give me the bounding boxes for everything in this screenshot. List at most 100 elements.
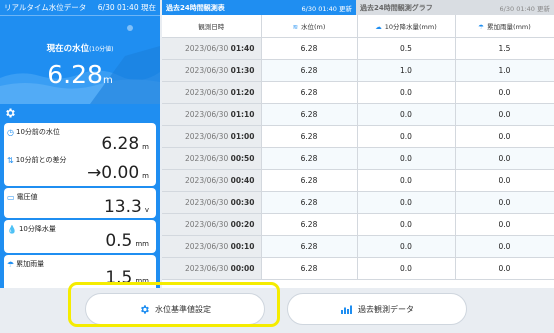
cell-level: 6.28	[261, 257, 358, 280]
cell-rain10: 0.5	[357, 37, 456, 60]
current-level-hero: 現在の水位(10分値) 6.28m	[0, 16, 160, 104]
battery-icon: ▭	[7, 192, 15, 202]
gear-icon	[141, 304, 149, 314]
table-row: 2023/06/30 00:00 6.28 0.0 0.0	[162, 257, 554, 280]
cell-datetime: 2023/06/30 01:30	[162, 59, 262, 82]
cell-rain10: 0.0	[357, 81, 456, 104]
cell-level: 6.28	[261, 59, 358, 82]
current-level-title: 現在の水位(10分値)	[46, 44, 114, 54]
table-row: 2023/06/30 00:40 6.28 0.0 0.0	[162, 169, 554, 192]
prev-level-value: 6.28 m	[101, 134, 149, 154]
gear-icon[interactable]	[4, 107, 16, 119]
cell-rain10: 1.0	[357, 59, 456, 82]
prev-level-label: ◷ 10分前の水位	[7, 127, 60, 137]
cell-cumulative: 0.0	[455, 125, 554, 148]
voltage-label: ▭ 電圧値	[7, 192, 38, 202]
rain10-card: 💧 10分降水量 0.5 mm	[4, 220, 156, 253]
past-data-button[interactable]: 過去観測データ	[287, 293, 467, 325]
cell-rain10: 0.0	[357, 147, 456, 170]
cell-rain10: 0.0	[357, 213, 456, 236]
header-level: ≋ 水位(m)	[261, 15, 358, 38]
cell-cumulative: 0.0	[455, 147, 554, 170]
rain10-value: 0.5 mm	[105, 231, 149, 251]
cell-cumulative: 1.0	[455, 59, 554, 82]
cell-level: 6.28	[261, 37, 358, 60]
level-diff-card: ◷ 10分前の水位 6.28 m ⇅ 10分前との差分 →0.00 m	[4, 123, 156, 186]
cell-datetime: 2023/06/30 00:20	[162, 213, 262, 236]
cell-rain10: 0.0	[357, 103, 456, 126]
realtime-title: リアルタイム水位データ	[4, 3, 87, 12]
umbrella-icon: ☂	[478, 22, 485, 31]
cell-cumulative: 0.0	[455, 169, 554, 192]
cell-level: 6.28	[261, 235, 358, 258]
table-row: 2023/06/30 01:20 6.28 0.0 0.0	[162, 81, 554, 104]
cell-level: 6.28	[261, 103, 358, 126]
cell-rain10: 0.0	[357, 191, 456, 214]
cell-cumulative: 0.0	[455, 81, 554, 104]
cumulative-rain-label: ☂ 累加雨量	[7, 259, 45, 269]
cell-rain10: 0.0	[357, 235, 456, 258]
voltage-card: ▭ 電圧値 13.3 v	[4, 188, 156, 218]
voltage-value: 13.3 v	[103, 197, 149, 217]
data-chart-icon	[341, 305, 352, 314]
clock-icon: ◷	[7, 127, 14, 137]
table-row: 2023/06/30 00:30 6.28 0.0 0.0	[162, 191, 554, 214]
cell-datetime: 2023/06/30 00:00	[162, 257, 262, 280]
cell-datetime: 2023/06/30 00:50	[162, 147, 262, 170]
rain10-label: 💧 10分降水量	[7, 224, 56, 234]
cell-datetime: 2023/06/30 01:20	[162, 81, 262, 104]
cell-cumulative: 0.0	[455, 235, 554, 258]
cell-cumulative: 0.0	[455, 191, 554, 214]
diff-value: →0.00 m	[87, 163, 149, 183]
level-threshold-settings-button[interactable]: 水位基準値設定	[85, 293, 265, 325]
umbrella-icon: ☂	[7, 259, 15, 269]
cloud-rain-icon: ☁	[375, 22, 382, 31]
realtime-time: 6/30 01:40 現在	[97, 3, 156, 12]
cell-level: 6.28	[261, 191, 358, 214]
header-datetime: 観測日時	[162, 15, 262, 38]
cell-datetime: 2023/06/30 00:10	[162, 235, 262, 258]
table-row: 2023/06/30 01:40 6.28 0.5 1.5	[162, 37, 554, 60]
cell-cumulative: 0.0	[455, 213, 554, 236]
diff-label: ⇅ 10分前との差分	[7, 155, 67, 165]
header-cumulative: ☂ 累加雨量(mm)	[455, 15, 554, 38]
cell-datetime: 2023/06/30 01:40	[162, 37, 262, 60]
realtime-header: リアルタイム水位データ 6/30 01:40 現在	[0, 0, 160, 16]
header-rain10: ☁ 10分降水量(mm)	[357, 15, 456, 38]
table-row: 2023/06/30 01:30 6.28 1.0 1.0	[162, 59, 554, 82]
observation-panel: 過去24時間観測表 6/30 01:40 更新 過去24時間観測グラフ 6/30…	[162, 0, 554, 288]
table-header-row: 観測日時 ≋ 水位(m) ☁ 10分降水量(mm) ☂ 累加雨量(mm)	[162, 15, 554, 38]
cell-rain10: 0.0	[357, 125, 456, 148]
water-level-icon: ≋	[292, 22, 299, 31]
cell-rain10: 0.0	[357, 257, 456, 280]
arrows-updown-icon: ⇅	[7, 155, 14, 165]
cell-level: 6.28	[261, 169, 358, 192]
cumulative-rain-card: ☂ 累加雨量 1.5 mm	[4, 255, 156, 288]
cell-datetime: 2023/06/30 01:00	[162, 125, 262, 148]
cell-level: 6.28	[261, 125, 358, 148]
cell-cumulative: 0.0	[455, 103, 554, 126]
realtime-panel: リアルタイム水位データ 6/30 01:40 現在 現在の水位(10分値) 6.…	[0, 0, 160, 288]
tab-observation-graph[interactable]: 過去24時間観測グラフ 6/30 01:40 更新	[356, 0, 554, 15]
table-row: 2023/06/30 01:10 6.28 0.0 0.0	[162, 103, 554, 126]
rain-drop-icon: 💧	[7, 224, 17, 234]
cell-datetime: 2023/06/30 01:10	[162, 103, 262, 126]
cell-rain10: 0.0	[357, 169, 456, 192]
observation-table: 観測日時 ≋ 水位(m) ☁ 10分降水量(mm) ☂ 累加雨量(mm) 2023/0…	[162, 15, 554, 280]
cell-datetime: 2023/06/30 00:30	[162, 191, 262, 214]
cell-level: 6.28	[261, 147, 358, 170]
cell-level: 6.28	[261, 213, 358, 236]
current-level-value: 6.28m	[47, 60, 113, 89]
table-row: 2023/06/30 00:10 6.28 0.0 0.0	[162, 235, 554, 258]
cell-datetime: 2023/06/30 00:40	[162, 169, 262, 192]
tab-observation-table[interactable]: 過去24時間観測表 6/30 01:40 更新	[162, 0, 356, 15]
table-row: 2023/06/30 00:50 6.28 0.0 0.0	[162, 147, 554, 170]
bottom-bar: 水位基準値設定 過去観測データ	[0, 288, 554, 333]
table-row: 2023/06/30 00:20 6.28 0.0 0.0	[162, 213, 554, 236]
cell-level: 6.28	[261, 81, 358, 104]
cell-cumulative: 1.5	[455, 37, 554, 60]
observation-tabs: 過去24時間観測表 6/30 01:40 更新 過去24時間観測グラフ 6/30…	[162, 0, 554, 15]
cell-cumulative: 0.0	[455, 257, 554, 280]
table-row: 2023/06/30 01:00 6.28 0.0 0.0	[162, 125, 554, 148]
cumulative-rain-value: 1.5 mm	[105, 268, 149, 288]
